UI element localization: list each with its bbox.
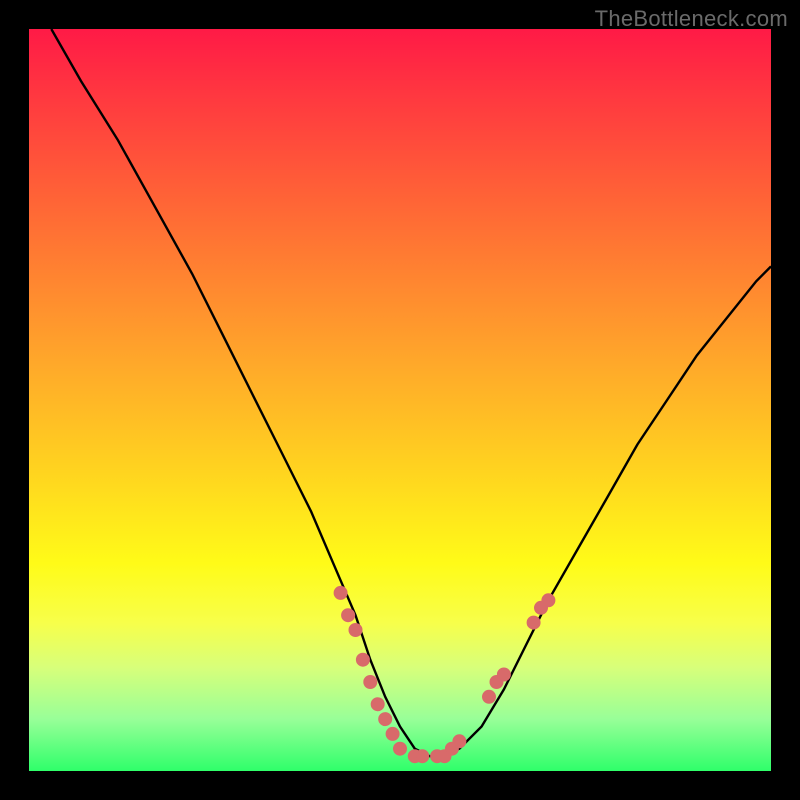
data-marker: [364, 676, 377, 689]
data-marker: [483, 690, 496, 703]
data-marker: [394, 742, 407, 755]
data-marker: [342, 609, 355, 622]
chart-plot-area: [29, 29, 771, 771]
data-marker: [542, 594, 555, 607]
data-marker: [527, 616, 540, 629]
data-marker: [453, 735, 466, 748]
bottleneck-curve: [51, 29, 771, 756]
chart-svg: [29, 29, 771, 771]
data-marker: [497, 668, 510, 681]
watermark-text: TheBottleneck.com: [595, 6, 788, 32]
data-marker: [416, 750, 429, 763]
data-marker: [334, 586, 347, 599]
marker-group: [334, 586, 555, 762]
data-marker: [349, 624, 362, 637]
data-marker: [386, 727, 399, 740]
data-marker: [356, 653, 369, 666]
data-marker: [379, 713, 392, 726]
data-marker: [371, 698, 384, 711]
